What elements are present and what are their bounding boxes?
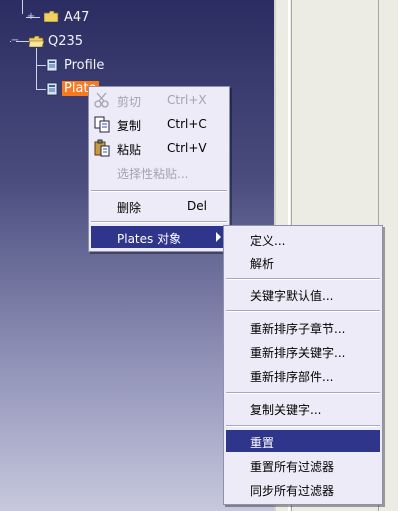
- copy-icon: [94, 116, 110, 133]
- menu-item-label: 重新排序部件...: [250, 370, 334, 384]
- menu-item-label: 剪切: [117, 95, 142, 109]
- submenu-item-reorder-subsections[interactable]: 重新排序子章节...: [226, 316, 380, 338]
- menu-separator: [226, 425, 380, 427]
- submenu-item-reorder-parts[interactable]: 重新排序部件...: [226, 364, 380, 386]
- menu-separator: [226, 278, 380, 280]
- document-icon: [46, 82, 58, 96]
- menu-item-label: 粘贴: [117, 143, 142, 157]
- menu-item-paste-special[interactable]: 选择性粘贴...: [91, 161, 227, 183]
- menu-item-shortcut: Del: [187, 199, 207, 213]
- menu-item-label: 关键字默认值...: [250, 289, 334, 303]
- submenu-item-keyword-defaults[interactable]: 关键字默认值...: [226, 283, 380, 305]
- menu-item-delete[interactable]: 删除 Del: [91, 195, 227, 217]
- submenu-item-copy-keywords[interactable]: 复制关键字...: [226, 397, 380, 419]
- menu-item-label: 重置: [250, 436, 275, 450]
- submenu-item-reset-all-filters[interactable]: 重置所有过滤器: [226, 454, 380, 476]
- menu-item-shortcut: Ctrl+X: [167, 93, 207, 107]
- tree-connector: [22, 0, 23, 14]
- menu-item-label: 同步所有过滤器: [250, 484, 335, 498]
- submenu-item-resolve[interactable]: 解析: [226, 251, 380, 273]
- tree-connector: [36, 48, 37, 90]
- context-menu: 剪切 Ctrl+X 复制 Ctrl+C 粘贴 Ctrl+V 选择性粘贴... 删…: [88, 86, 230, 252]
- submenu-item-reorder-keywords[interactable]: 重新排序关键字...: [226, 340, 380, 362]
- tree-item-profile[interactable]: Profile: [64, 58, 104, 73]
- menu-separator: [226, 392, 380, 394]
- menu-separator: [226, 310, 380, 312]
- paste-icon: [94, 139, 110, 157]
- submenu-item-define[interactable]: 定义...: [226, 228, 380, 250]
- menu-item-label: 删除: [117, 201, 142, 215]
- menu-item-cut[interactable]: 剪切 Ctrl+X: [91, 89, 227, 111]
- tree-item-a47[interactable]: A47: [64, 10, 89, 25]
- menu-item-shortcut: Ctrl+C: [167, 117, 207, 131]
- document-icon: [46, 58, 58, 72]
- expand-plus-icon[interactable]: +: [26, 12, 36, 22]
- menu-item-copy[interactable]: 复制 Ctrl+C: [91, 113, 227, 135]
- menu-item-label: 解析: [250, 257, 275, 271]
- menu-item-label: 复制关键字...: [250, 403, 322, 417]
- menu-item-label: 复制: [117, 119, 142, 133]
- tree-item-q235[interactable]: Q235: [48, 34, 83, 49]
- submenu: 定义... 解析 关键字默认值... 重新排序子章节... 重新排序关键字...…: [223, 225, 383, 505]
- collapse-minus-icon[interactable]: −: [10, 36, 20, 46]
- menu-separator: [91, 190, 227, 192]
- open-folder-icon: [29, 36, 44, 47]
- submenu-arrow-icon: [216, 232, 221, 242]
- folder-icon: [44, 11, 59, 22]
- tree-connector: [36, 65, 46, 66]
- submenu-item-sync-all-filters[interactable]: 同步所有过滤器: [226, 478, 380, 500]
- menu-item-shortcut: Ctrl+V: [167, 141, 207, 155]
- scissors-icon: [94, 92, 109, 108]
- menu-item-label: 重置所有过滤器: [250, 460, 335, 474]
- menu-item-label: Plates 对象: [117, 232, 182, 246]
- menu-item-label: 定义...: [250, 234, 286, 248]
- menu-item-label: 选择性粘贴...: [117, 167, 189, 181]
- menu-item-plates-objects[interactable]: Plates 对象: [91, 226, 227, 248]
- menu-item-label: 重新排序关键字...: [250, 346, 346, 360]
- menu-item-paste[interactable]: 粘贴 Ctrl+V: [91, 137, 227, 159]
- menu-separator: [91, 221, 227, 223]
- tree-connector: [36, 89, 46, 90]
- menu-item-label: 重新排序子章节...: [250, 322, 346, 336]
- submenu-item-reset[interactable]: 重置: [226, 430, 380, 452]
